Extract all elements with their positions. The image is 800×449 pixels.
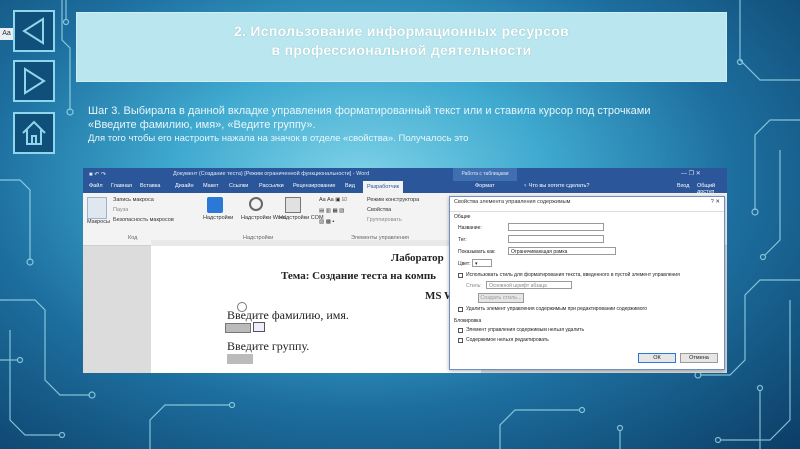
group-button[interactable]: Группировать [367, 217, 402, 223]
style-label: Стиль: [466, 283, 482, 289]
style-select[interactable]: Основной шрифт абзаца [486, 281, 572, 289]
step-line-1: Шаг 3. Выбирала в данной вкладке управле… [88, 105, 651, 117]
style-value: Основной шрифт абзаца [489, 283, 547, 289]
color-label: Цвет: [458, 261, 471, 267]
content-controls-icons[interactable]: Aa Aa ▣ ☑ [319, 197, 347, 203]
remove-when-edited-label: Удалить элемент управления содержимым пр… [466, 306, 648, 312]
doc-heading-1: Лаборатор [391, 252, 444, 264]
use-style-checkbox[interactable] [458, 273, 463, 278]
dialog-title-text: Свойства элемента управления содержимым [454, 199, 571, 205]
slide-title: 2. Использование информационных ресурсов… [76, 12, 727, 82]
dialog-title: Свойства элемента управления содержимым?… [450, 197, 724, 212]
addins-button[interactable]: Надстройки [203, 215, 233, 221]
cancel-button[interactable]: Отмена [680, 353, 718, 363]
new-style-button[interactable]: Создать стиль... [478, 293, 524, 303]
tab-layout[interactable]: Макет [203, 183, 219, 189]
design-mode-button[interactable]: Режим конструктора [367, 197, 419, 203]
code-group-label: Код [128, 235, 138, 241]
tab-design[interactable]: Дизайн [175, 183, 194, 189]
tab-insert[interactable]: Вставка [140, 183, 160, 189]
tag-input[interactable] [508, 235, 604, 243]
slide: { "slide": { "font_badge": "Aa", "title_… [0, 0, 800, 449]
title-line-2: в профессиональной деятельности [271, 42, 532, 58]
tab-references[interactable]: Ссылки [229, 183, 248, 189]
tag-label: Тег: [458, 237, 467, 243]
lock-delete-checkbox[interactable] [458, 328, 463, 333]
name-label: Название: [458, 225, 482, 231]
macro-security-button[interactable]: Безопасность макросов [113, 217, 174, 223]
content-controls-icons-2[interactable]: ▤ ▥ ▦ ▧ [319, 208, 344, 214]
title-line-1: 2. Использование информационных ресурсов [233, 23, 570, 39]
content-control-properties-dialog: Свойства элемента управления содержимым?… [449, 196, 725, 370]
macros-icon[interactable] [87, 197, 107, 219]
tell-me-search[interactable]: ♀ Что вы хотите сделать? [523, 183, 589, 189]
window-title: Документ (Создание теста) [Режим огранич… [173, 171, 370, 177]
dialog-close-icon[interactable]: ? ✕ [711, 199, 720, 205]
content-control-tag[interactable] [253, 322, 265, 332]
doc-line-name: Введите фамилию, имя. [227, 308, 349, 322]
document-page[interactable]: Лаборатор Тема: Создание теста на компь … [151, 246, 481, 373]
word-screenshot: ■ ↶ ↷ Документ (Создание теста) [Режим о… [83, 168, 727, 373]
content-controls-icons-3[interactable]: ▨ ▩ ▪ [319, 219, 334, 225]
com-addins-icon[interactable] [285, 197, 301, 213]
content-control-selected[interactable] [225, 323, 251, 333]
step-line-3: Для того чтобы его настроить нажала на з… [88, 133, 469, 144]
gear-icon[interactable] [249, 197, 263, 211]
tab-file[interactable]: Файл [89, 183, 103, 189]
step-line-2: «Введите фамилию, имя», «Ведите группу». [88, 119, 316, 131]
remove-when-edited-checkbox[interactable] [458, 307, 463, 312]
tab-view[interactable]: Вид [345, 183, 355, 189]
ribbon-tabs: Файл Главная Вставка Дизайн Макет Ссылки… [83, 181, 727, 195]
doc-line-group: Введите группу. [227, 339, 310, 353]
home-button[interactable] [13, 112, 55, 154]
name-input[interactable] [508, 223, 604, 231]
section-general: Общие [454, 214, 471, 220]
tell-me-text: Что вы хотите сделать? [528, 183, 590, 189]
tab-review[interactable]: Рецензирование [293, 183, 335, 189]
font-size-badge: Aa [0, 28, 13, 40]
show-as-value: Ограничивающая рамка [511, 249, 568, 255]
tab-home[interactable]: Главная [111, 183, 132, 189]
use-style-label: Использовать стиль для форматирования те… [466, 272, 680, 278]
context-tab-group: Работа с таблицами [453, 168, 517, 181]
content-control-placeholder[interactable] [227, 354, 253, 364]
lock-edit-checkbox[interactable] [458, 338, 463, 343]
triangle-right-icon [24, 67, 46, 95]
back-button[interactable] [13, 10, 55, 52]
lock-delete-label: Элемент управления содержимым нельзя уда… [466, 327, 585, 333]
properties-button[interactable]: Свойства [367, 207, 391, 213]
lock-edit-label: Содержимое нельзя редактировать [466, 337, 549, 343]
step-description: Шаг 3. Выбирала в данной вкладке управле… [88, 104, 743, 146]
pause-button[interactable]: Пауза [113, 207, 128, 213]
tab-mailings[interactable]: Рассылки [259, 183, 284, 189]
section-lock: Блокировка [454, 318, 482, 324]
sign-in-link[interactable]: Вход [677, 183, 689, 189]
color-picker[interactable]: ▾ [472, 259, 492, 267]
doc-heading-2: Тема: Создание теста на компь [281, 270, 436, 282]
save-icon[interactable]: ■ ↶ ↷ [89, 171, 106, 178]
record-macro-button[interactable]: Запись макроса [113, 197, 154, 203]
forward-button[interactable] [13, 60, 55, 102]
window-controls[interactable]: — ❐ ✕ [681, 170, 701, 177]
tab-format[interactable]: Формат [475, 183, 495, 189]
show-as-label: Показывать как: [458, 249, 496, 255]
addins-icon[interactable] [207, 197, 223, 213]
show-as-select[interactable]: Ограничивающая рамка [508, 247, 616, 255]
com-addins-button[interactable]: Надстройки COM [279, 215, 324, 221]
word-titlebar: ■ ↶ ↷ Документ (Создание теста) [Режим о… [83, 168, 727, 181]
macros-button[interactable]: Макросы [87, 219, 110, 225]
triangle-left-icon [22, 17, 44, 45]
tab-developer[interactable]: Разработчик [363, 181, 404, 193]
ok-button[interactable]: ОК [638, 353, 676, 363]
home-icon [22, 120, 46, 145]
